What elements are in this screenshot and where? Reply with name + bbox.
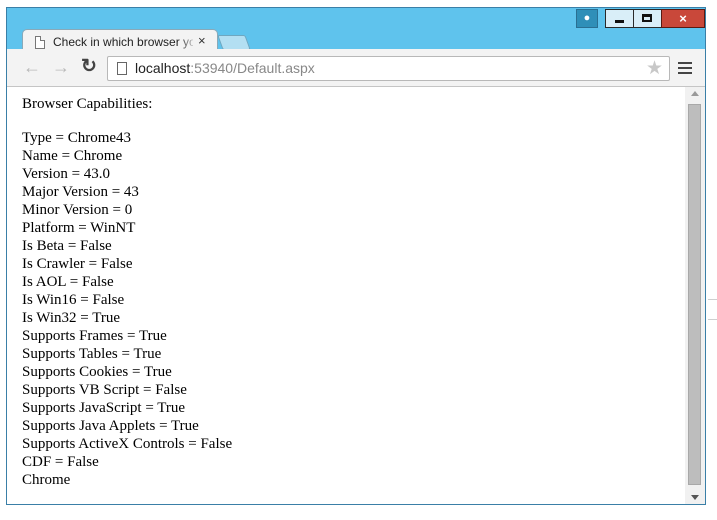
- capability-line: Is AOL = False: [22, 274, 114, 290]
- page-heading: Browser Capabilities:: [22, 96, 153, 112]
- background-edge: [708, 319, 717, 320]
- tab-title: Check in which browser your: [53, 35, 193, 49]
- maximize-button[interactable]: [633, 9, 661, 28]
- capability-line: Platform = WinNT: [22, 220, 136, 236]
- url-path: :53940/Default.aspx: [190, 60, 315, 76]
- capability-line: Supports VB Script = False: [22, 382, 187, 398]
- user-icon[interactable]: ●: [576, 9, 598, 28]
- page-icon: [35, 36, 45, 49]
- maximize-icon: [642, 14, 652, 22]
- url-host: localhost: [135, 60, 191, 76]
- bookmark-star-icon[interactable]: ★: [646, 58, 663, 79]
- scroll-down-icon[interactable]: [691, 495, 699, 500]
- capability-line: Supports Cookies = True: [22, 364, 172, 380]
- close-window-button[interactable]: ×: [661, 9, 705, 28]
- background-edge: [708, 299, 717, 300]
- capability-line: Minor Version = 0: [22, 202, 133, 218]
- reload-icon[interactable]: ↻: [81, 57, 97, 76]
- capability-line: Type = Chrome43: [22, 130, 132, 146]
- minimize-icon: [615, 20, 624, 23]
- capability-line: Version = 43.0: [22, 166, 111, 182]
- browser-window: ● × Check in which browser your × ← → ↻ …: [6, 7, 706, 505]
- back-icon[interactable]: ←: [23, 58, 41, 76]
- scroll-thumb[interactable]: [688, 104, 701, 485]
- menu-icon[interactable]: [678, 62, 692, 74]
- forward-icon[interactable]: →: [52, 58, 70, 76]
- capability-line: Is Win32 = True: [22, 310, 121, 326]
- capability-line: Is Beta = False: [22, 238, 112, 254]
- close-icon: ×: [679, 11, 687, 26]
- capability-line: Supports Tables = True: [22, 346, 162, 362]
- tab-close-icon[interactable]: ×: [198, 34, 206, 48]
- minimize-button[interactable]: [605, 9, 633, 28]
- capability-line: Is Crawler = False: [22, 256, 133, 272]
- page-viewport: Browser Capabilities: Type = Chrome43 Na…: [7, 87, 705, 504]
- url-text[interactable]: localhost:53940/Default.aspx: [135, 60, 315, 76]
- capability-line: Chrome: [22, 472, 71, 488]
- capability-line: Major Version = 43: [22, 184, 139, 200]
- capability-line: Is Win16 = False: [22, 292, 125, 308]
- capability-line: Supports JavaScript = True: [22, 400, 186, 416]
- new-tab-button[interactable]: [217, 35, 251, 50]
- capability-line: CDF = False: [22, 454, 99, 470]
- page-content: Browser Capabilities: Type = Chrome43 Na…: [22, 95, 232, 489]
- capability-line: Supports Frames = True: [22, 328, 167, 344]
- vertical-scrollbar[interactable]: [685, 87, 705, 504]
- address-bar[interactable]: localhost:53940/Default.aspx ★: [107, 56, 670, 81]
- capability-line: Supports ActiveX Controls = False: [22, 436, 233, 452]
- toolbar: ← → ↻ localhost:53940/Default.aspx ★: [7, 49, 705, 87]
- capability-line: Name = Chrome: [22, 148, 123, 164]
- scroll-up-icon[interactable]: [691, 91, 699, 96]
- capability-line: Supports Java Applets = True: [22, 418, 199, 434]
- page-icon: [117, 62, 127, 75]
